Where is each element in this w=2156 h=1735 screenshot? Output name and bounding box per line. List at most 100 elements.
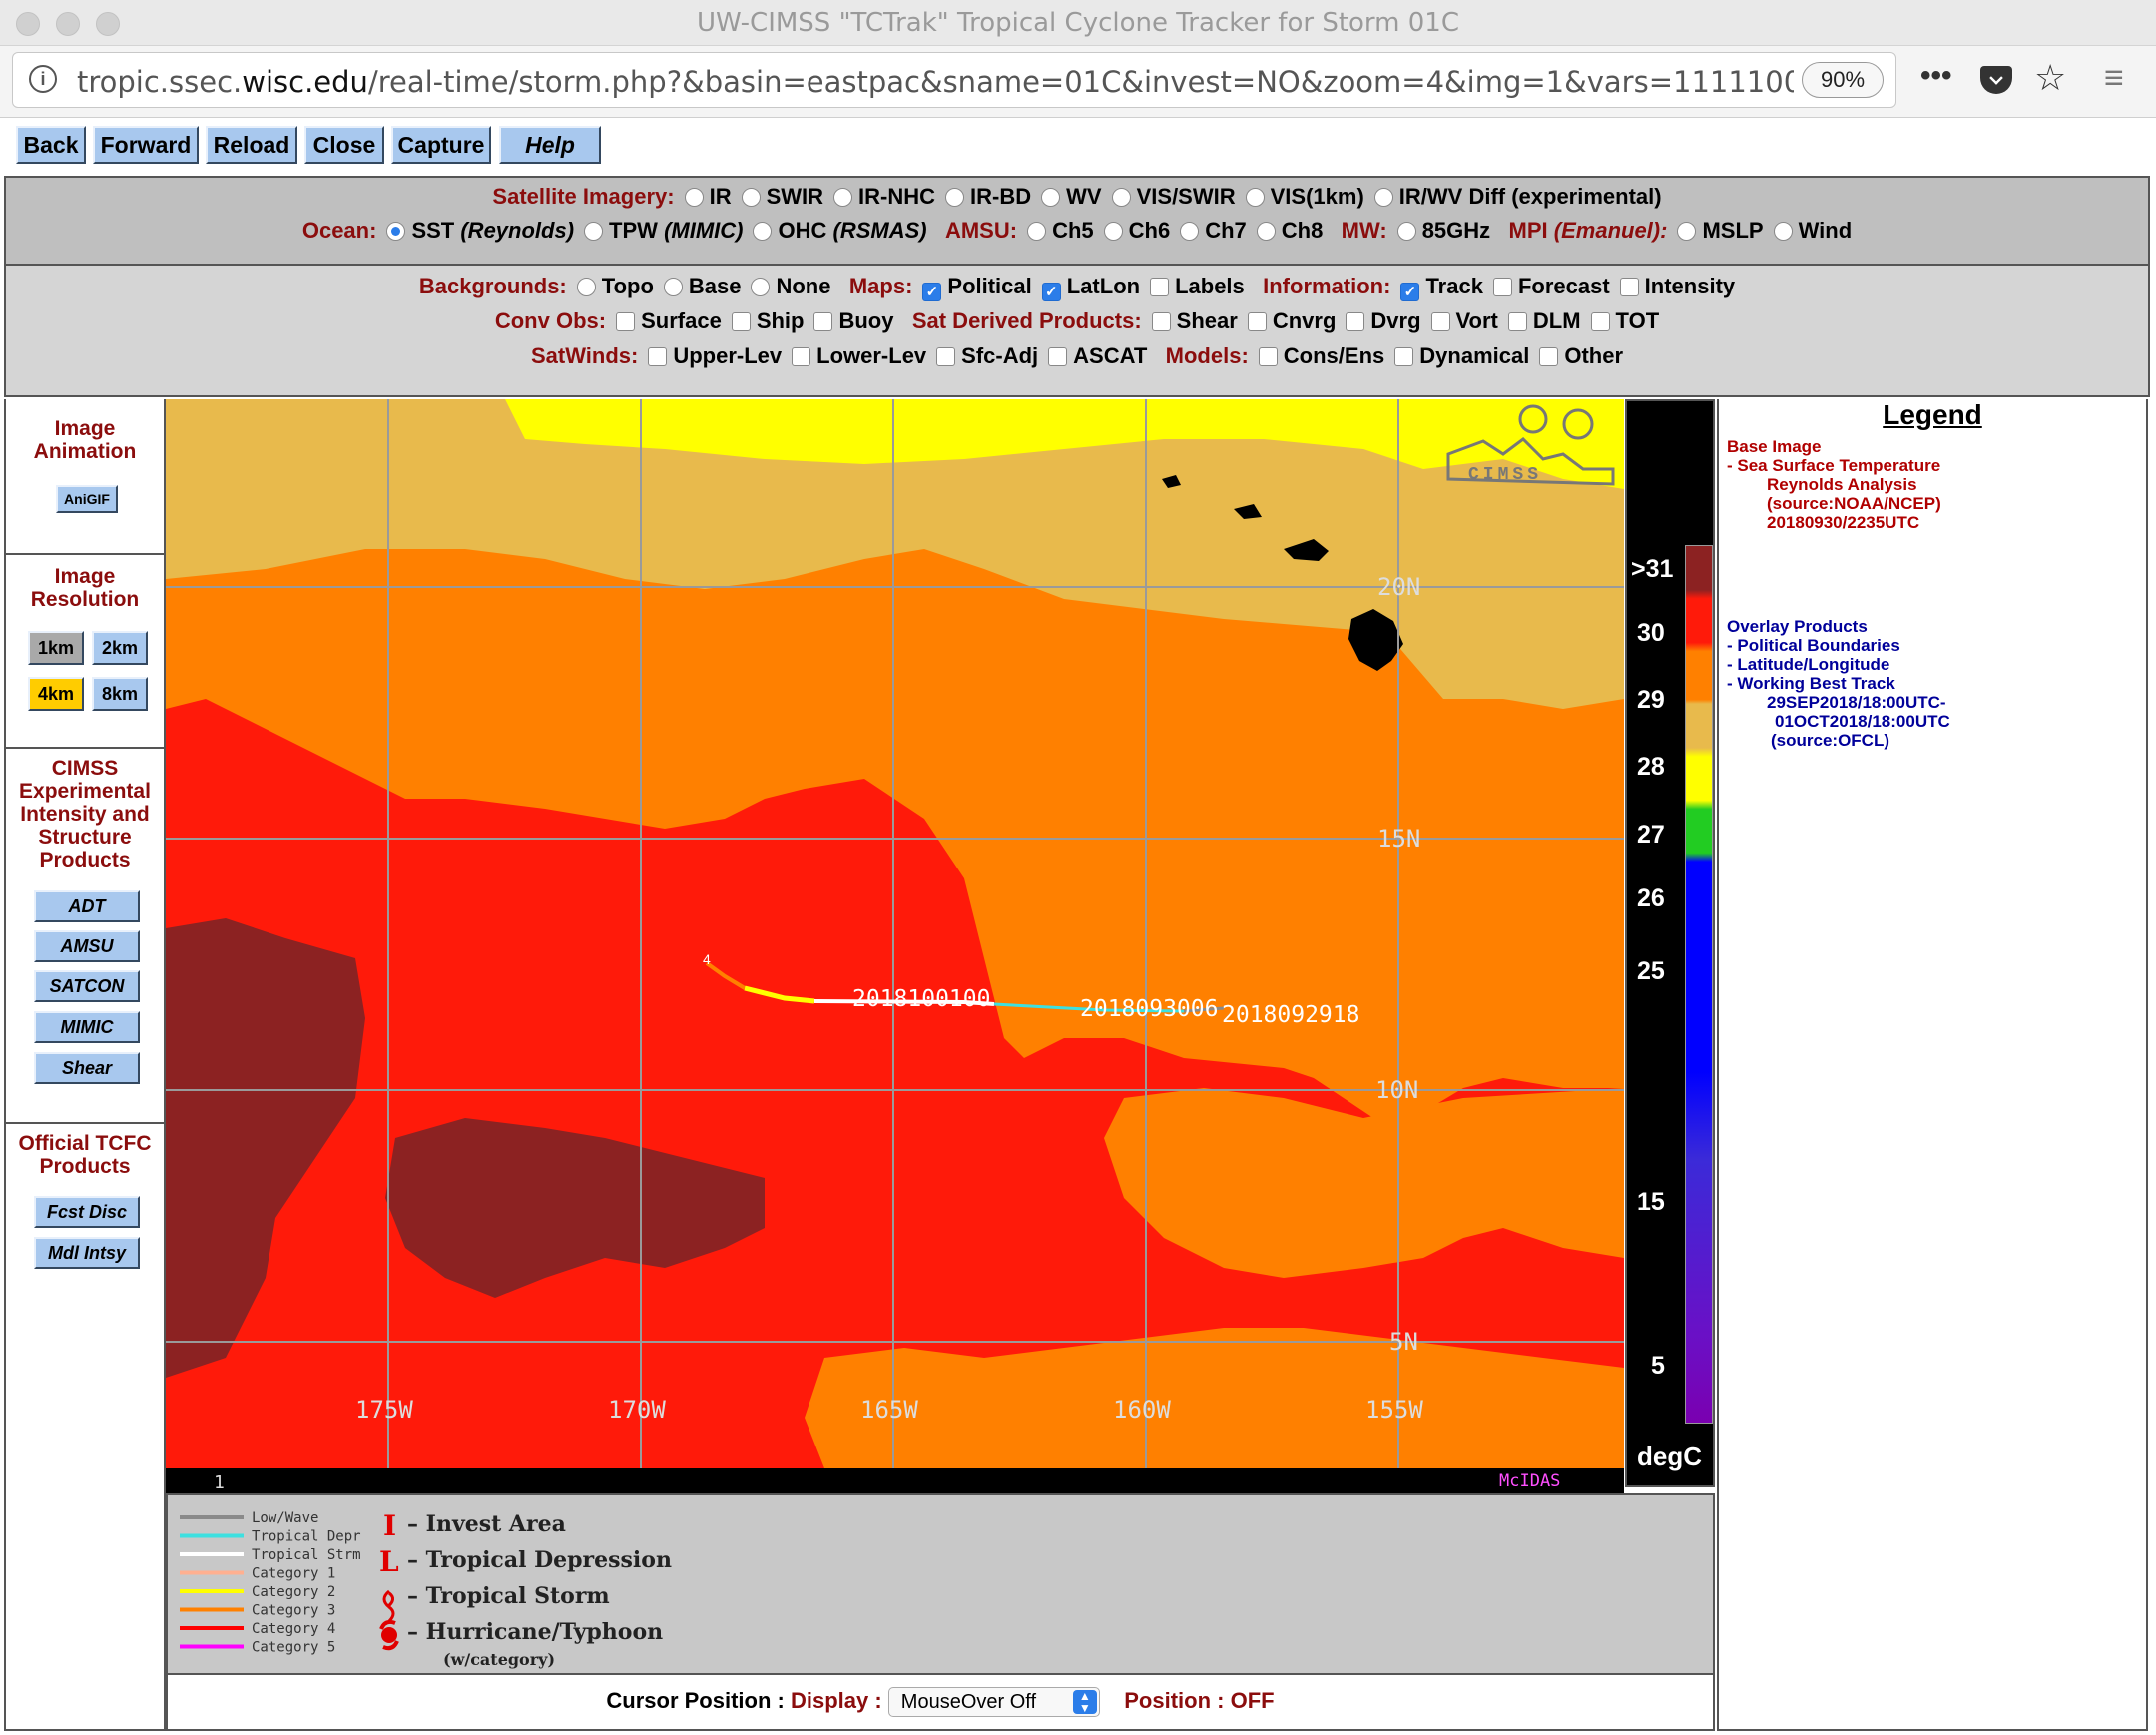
- option-label: IR-BD: [970, 184, 1032, 209]
- lon-label: 170W: [608, 1396, 666, 1424]
- satcon-button[interactable]: SATCON: [34, 970, 140, 1002]
- option-label: Dvrg: [1370, 308, 1421, 333]
- radio-sst[interactable]: [386, 222, 406, 241]
- checkbox-ship[interactable]: [731, 312, 751, 331]
- res-8km-button[interactable]: 8km: [92, 677, 148, 711]
- capture-button[interactable]: Capture: [391, 126, 491, 164]
- menu-icon[interactable]: ≡: [2104, 58, 2124, 98]
- toolbar: Back Forward Reload Close Capture Help: [0, 118, 2156, 170]
- shear-button[interactable]: Shear: [34, 1052, 140, 1084]
- res-4km-button[interactable]: 4km: [28, 677, 84, 711]
- satellite-row: Satellite Imagery: IR SWIR IR-NHC IR-BD WV VIS…: [6, 184, 2148, 210]
- option-label: Ch8: [1281, 218, 1324, 243]
- checkbox-dlm[interactable]: [1507, 312, 1527, 331]
- radio-topo[interactable]: [576, 278, 596, 296]
- radio-ohc[interactable]: [753, 222, 773, 241]
- option-label: Wind: [1798, 218, 1853, 243]
- amsu-button[interactable]: AMSU: [34, 930, 140, 962]
- option-label: Dynamical: [1419, 343, 1530, 368]
- radio-vis-1km[interactable]: [1245, 188, 1265, 207]
- sst-map[interactable]: CIMSS 175W 170W 165W 160W 155W 20N 15N 1…: [166, 399, 1624, 1493]
- url-bar[interactable]: i tropic.ssec.wisc.edu/real-time/storm.p…: [12, 52, 1896, 108]
- scale-label: 27: [1637, 821, 1665, 849]
- checkbox-other[interactable]: [1539, 347, 1559, 366]
- radio-ir[interactable]: [684, 188, 704, 207]
- radio-base[interactable]: [663, 278, 683, 296]
- radio-swir[interactable]: [741, 188, 761, 207]
- radio-ch6[interactable]: [1103, 222, 1123, 241]
- reload-button[interactable]: Reload: [206, 126, 297, 164]
- more-icon[interactable]: •••: [1920, 56, 1952, 96]
- checkbox-tot[interactable]: [1590, 312, 1610, 331]
- radio-tpw[interactable]: [584, 222, 604, 241]
- anigif-button[interactable]: AniGIF: [56, 485, 118, 513]
- radio-none[interactable]: [751, 278, 771, 296]
- checkbox-dvrg[interactable]: [1346, 312, 1365, 331]
- option-label: Cnvrg: [1272, 308, 1337, 333]
- adt-button[interactable]: ADT: [34, 890, 140, 922]
- checkbox-upper-lev[interactable]: [648, 347, 668, 366]
- checkbox-surface[interactable]: [616, 312, 636, 331]
- option-label: Political: [947, 274, 1032, 298]
- close-button[interactable]: Close: [304, 126, 384, 164]
- radio-ch5[interactable]: [1027, 222, 1047, 241]
- map-frame[interactable]: CIMSS 175W 170W 165W 160W 155W 20N 15N 1…: [166, 399, 1624, 1493]
- mouseover-select[interactable]: MouseOver Off ▲ ▼: [887, 1687, 1100, 1717]
- checkbox-latlon[interactable]: ✓: [1041, 283, 1061, 301]
- radio-ir-nhc[interactable]: [833, 188, 853, 207]
- radio-85ghz[interactable]: [1396, 222, 1416, 241]
- checkbox-lower-lev[interactable]: [792, 347, 811, 366]
- checkbox-dynamical[interactable]: [1394, 347, 1414, 366]
- back-button[interactable]: Back: [16, 126, 86, 164]
- mpi-source: (Emanuel):: [1553, 218, 1668, 243]
- satwinds-row: SatWinds: Upper-Lev Lower-Lev Sfc-Adj ASCAT …: [6, 343, 2148, 369]
- mdl-intsy-button[interactable]: Mdl Intsy: [34, 1237, 140, 1269]
- bookmark-star-icon[interactable]: ☆: [2034, 58, 2066, 98]
- radio-ch8[interactable]: [1256, 222, 1276, 241]
- radio-vis-swir[interactable]: [1111, 188, 1131, 207]
- checkbox-cons-ens[interactable]: [1258, 347, 1278, 366]
- radio-wv[interactable]: [1041, 188, 1061, 207]
- checkbox-vort[interactable]: [1430, 312, 1450, 331]
- checkbox-forecast[interactable]: [1492, 278, 1512, 296]
- legend-line: Reynolds Analysis: [1767, 475, 1917, 494]
- checkbox-track[interactable]: ✓: [1400, 283, 1420, 301]
- checkbox-shear[interactable]: [1151, 312, 1171, 331]
- lat-label: 20N: [1377, 573, 1420, 601]
- radio-ir-bd[interactable]: [945, 188, 965, 207]
- mimic-button[interactable]: MIMIC: [34, 1011, 140, 1043]
- tropical-storm-icon: [382, 1589, 395, 1623]
- backgrounds-row: Backgrounds: Topo Base None Maps: ✓ Political…: [6, 274, 2148, 301]
- checkbox-buoy[interactable]: [813, 312, 833, 331]
- radio-ir-wv-diff[interactable]: [1373, 188, 1393, 207]
- lat-label: 10N: [1375, 1076, 1418, 1104]
- forward-button[interactable]: Forward: [93, 126, 199, 164]
- checkbox-cnvrg[interactable]: [1247, 312, 1267, 331]
- category-note: (w/category): [443, 1650, 555, 1669]
- scale-label: 15: [1637, 1188, 1665, 1216]
- info-icon[interactable]: i: [29, 65, 57, 93]
- url-text[interactable]: tropic.ssec.wisc.edu/real-time/storm.php…: [77, 65, 1794, 99]
- res-1km-button[interactable]: 1km: [28, 631, 84, 665]
- pocket-icon[interactable]: [1980, 66, 2012, 94]
- fcst-disc-button[interactable]: Fcst Disc: [34, 1196, 140, 1228]
- res-2km-button[interactable]: 2km: [92, 631, 148, 665]
- help-button[interactable]: Help: [499, 126, 601, 164]
- checkbox-labels[interactable]: [1150, 278, 1170, 296]
- option-label: Topo: [601, 274, 654, 298]
- radio-mslp[interactable]: [1677, 222, 1697, 241]
- title-bar: UW-CIMSS "TCTrak" Tropical Cyclone Track…: [0, 0, 2156, 46]
- lon-label: 175W: [355, 1396, 413, 1424]
- track-key-label: Category 1: [252, 1566, 335, 1582]
- track-key-label: Category 4: [252, 1621, 335, 1637]
- left-panel: Image Animation AniGIF Image Resolution …: [4, 399, 166, 1731]
- checkbox-intensity[interactable]: [1619, 278, 1639, 296]
- legend-panel: Legend Base Image - Sea Surface Temperat…: [1717, 399, 2148, 1731]
- legend-line: (source:OFCL): [1771, 731, 1889, 750]
- checkbox-political[interactable]: ✓: [922, 283, 942, 301]
- radio-wind[interactable]: [1773, 222, 1793, 241]
- checkbox-ascat[interactable]: [1048, 347, 1068, 366]
- radio-ch7[interactable]: [1180, 222, 1200, 241]
- checkbox-sfc-adj[interactable]: [936, 347, 956, 366]
- zoom-indicator[interactable]: 90%: [1802, 62, 1884, 98]
